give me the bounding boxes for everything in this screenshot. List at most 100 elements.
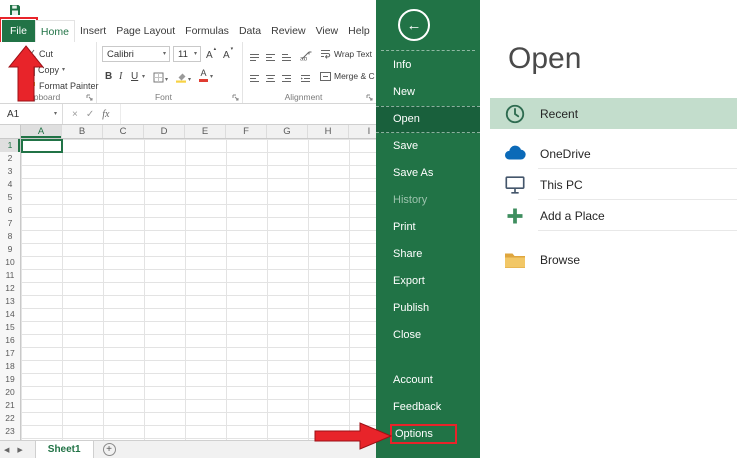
bold-button[interactable]: B [105, 69, 112, 82]
cut-button[interactable]: Cut [26, 47, 53, 61]
row-header-23[interactable]: 23 [0, 425, 20, 438]
tab-review[interactable]: Review [266, 20, 310, 42]
sidebar-item-options[interactable]: Options [376, 421, 480, 448]
formula-enter-icon[interactable]: ✓ [86, 109, 94, 120]
sidebar-item-publish[interactable]: Publish [376, 295, 480, 322]
format-painter-button[interactable]: Format Painter [26, 79, 99, 93]
row-header-11[interactable]: 11 [0, 269, 20, 282]
cells-area[interactable] [21, 139, 376, 440]
row-header-22[interactable]: 22 [0, 412, 20, 425]
row-header-13[interactable]: 13 [0, 295, 20, 308]
excel-window: FileHomeInsertPage LayoutFormulasDataRev… [0, 0, 376, 458]
merge-center-button[interactable]: Merge & C ▾ [320, 69, 381, 83]
row-header-5[interactable]: 5 [0, 191, 20, 204]
font-dialog-launcher-icon[interactable] [232, 94, 239, 101]
sidebar-item-open[interactable]: Open [376, 106, 480, 133]
sidebar-item-export[interactable]: Export [376, 268, 480, 295]
sidebar-item-save-as[interactable]: Save As [376, 160, 480, 187]
underline-button[interactable]: U [131, 69, 138, 82]
tab-help[interactable]: Help [343, 20, 375, 42]
sidebar-item-new[interactable]: New [376, 79, 480, 106]
tab-insert[interactable]: Insert [75, 20, 111, 42]
column-header-e[interactable]: E [185, 125, 226, 138]
align-center-icon[interactable] [265, 70, 276, 83]
row-header-1[interactable]: 1 [0, 139, 20, 152]
row-header-16[interactable]: 16 [0, 334, 20, 347]
clipboard-dialog-launcher-icon[interactable] [86, 94, 93, 101]
orientation-icon[interactable]: ab [300, 48, 313, 61]
sheet-tab-sheet1[interactable]: Sheet1 [35, 441, 94, 458]
column-header-g[interactable]: G [267, 125, 308, 138]
sheet-nav-right-icon[interactable]: ▶ [13, 446, 26, 454]
row-header-12[interactable]: 12 [0, 282, 20, 295]
fill-color-icon[interactable]: ▾ [175, 70, 191, 83]
column-header-i[interactable]: I [349, 125, 376, 138]
open-item-this-pc[interactable]: This PC [490, 169, 737, 200]
open-item-onedrive[interactable]: OneDrive [490, 138, 737, 169]
column-header-h[interactable]: H [308, 125, 349, 138]
row-header-17[interactable]: 17 [0, 347, 20, 360]
back-button[interactable]: ← [398, 9, 430, 41]
font-size-select[interactable]: 11 ▾ [173, 46, 201, 62]
row-header-10[interactable]: 10 [0, 256, 20, 269]
column-header-f[interactable]: F [226, 125, 267, 138]
align-right-icon[interactable] [281, 70, 292, 83]
sidebar-item-close[interactable]: Close [376, 322, 480, 349]
add-sheet-button[interactable]: + [103, 443, 116, 456]
font-color-icon[interactable]: A [199, 69, 208, 82]
row-header-9[interactable]: 9 [0, 243, 20, 256]
row-header-14[interactable]: 14 [0, 308, 20, 321]
open-item-add-a-place[interactable]: Add a Place [490, 200, 737, 231]
open-item-browse[interactable]: Browse [490, 244, 737, 275]
column-header-c[interactable]: C [103, 125, 144, 138]
italic-button[interactable]: I [119, 69, 122, 82]
align-top-icon[interactable] [249, 49, 260, 62]
align-bottom-icon[interactable] [281, 49, 292, 62]
tab-formulas[interactable]: Formulas [180, 20, 234, 42]
borders-icon[interactable]: ▾ [153, 70, 168, 83]
format-painter-icon [26, 81, 36, 92]
row-header-19[interactable]: 19 [0, 373, 20, 386]
increase-font-size-icon[interactable]: A▴ [206, 48, 216, 61]
formula-cancel-icon[interactable]: × [72, 109, 78, 120]
row-header-21[interactable]: 21 [0, 399, 20, 412]
tab-data[interactable]: Data [234, 20, 266, 42]
sidebar-item-print[interactable]: Print [376, 214, 480, 241]
name-box[interactable]: A1 ▾ [0, 104, 63, 124]
tab-file[interactable]: File [2, 20, 35, 42]
alignment-dialog-launcher-icon[interactable] [366, 94, 373, 101]
formula-input[interactable] [121, 104, 376, 124]
select-all-corner[interactable] [0, 125, 21, 139]
column-header-a[interactable]: A [21, 125, 62, 138]
align-left-icon[interactable] [249, 70, 260, 83]
column-header-b[interactable]: B [62, 125, 103, 138]
decrease-indent-icon[interactable] [300, 70, 311, 83]
align-middle-icon[interactable] [265, 49, 276, 62]
row-header-15[interactable]: 15 [0, 321, 20, 334]
row-header-2[interactable]: 2 [0, 152, 20, 165]
sidebar-item-share[interactable]: Share [376, 241, 480, 268]
row-header-8[interactable]: 8 [0, 230, 20, 243]
sheet-nav-left-icon[interactable]: ◀ [0, 446, 13, 454]
tab-view[interactable]: View [311, 20, 344, 42]
font-name-select[interactable]: Calibri ▾ [102, 46, 170, 62]
row-header-6[interactable]: 6 [0, 204, 20, 217]
open-item-recent[interactable]: Recent [490, 98, 737, 129]
row-header-20[interactable]: 20 [0, 386, 20, 399]
sidebar-item-feedback[interactable]: Feedback [376, 394, 480, 421]
row-header-4[interactable]: 4 [0, 178, 20, 191]
row-header-18[interactable]: 18 [0, 360, 20, 373]
tab-page-layout[interactable]: Page Layout [111, 20, 180, 42]
save-icon[interactable] [9, 4, 21, 16]
sidebar-item-info[interactable]: Info [376, 52, 480, 79]
row-header-7[interactable]: 7 [0, 217, 20, 230]
tab-home[interactable]: Home [35, 20, 75, 42]
sidebar-item-account[interactable]: Account [376, 367, 480, 394]
decrease-font-size-icon[interactable]: A▾ [223, 48, 233, 61]
column-header-d[interactable]: D [144, 125, 185, 138]
wrap-text-button[interactable]: Wrap Text [320, 47, 372, 61]
insert-function-icon[interactable]: fx [102, 109, 109, 120]
copy-button[interactable]: Copy ▾ [26, 63, 65, 77]
row-header-3[interactable]: 3 [0, 165, 20, 178]
sidebar-item-save[interactable]: Save [376, 133, 480, 160]
